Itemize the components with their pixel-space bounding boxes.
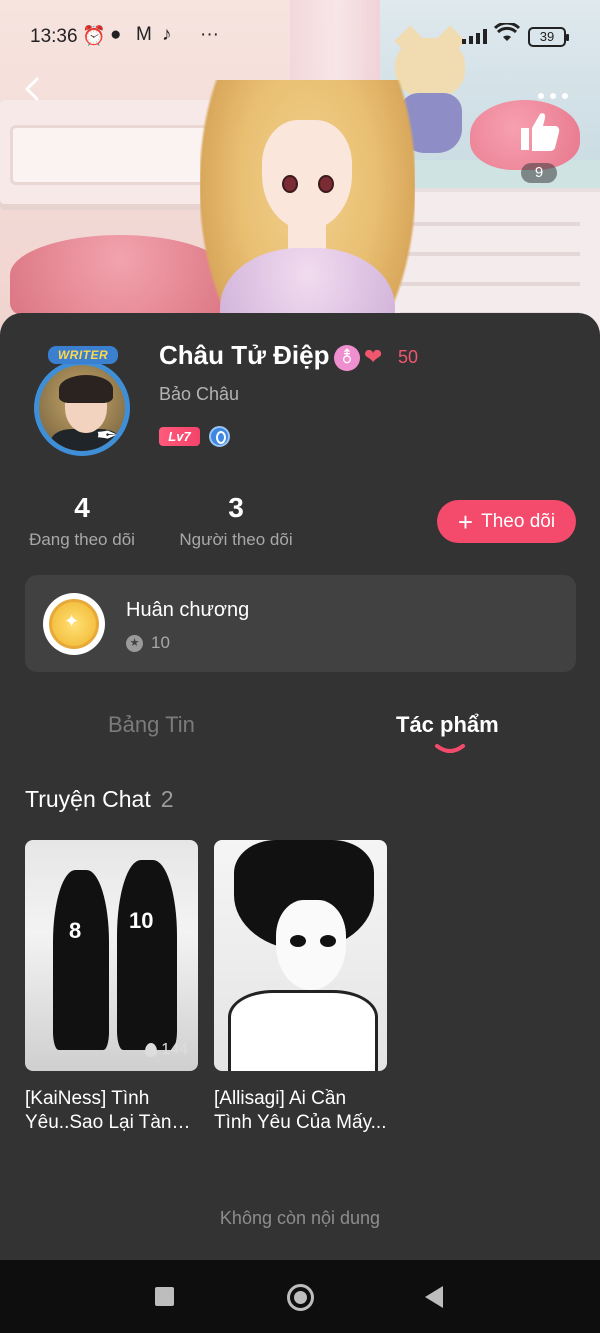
jersey-number: 10	[129, 908, 154, 933]
mail-icon: M	[136, 24, 152, 45]
medal-card[interactable]: ✦ Huân chương ★ 10	[25, 575, 576, 672]
followers-stat[interactable]: 3 Người theo dõi	[175, 492, 297, 550]
status-time: 13:36	[30, 26, 78, 47]
end-of-content-text: Không còn nội dung	[219, 1208, 381, 1228]
alarm-icon: ⏰	[82, 26, 106, 47]
chevron-left-icon	[25, 77, 39, 101]
gender-icon: ⚨	[334, 345, 360, 371]
music-icon: ♪	[162, 24, 172, 45]
writer-badge: WRITER	[48, 346, 118, 364]
cabinet-slat	[400, 222, 580, 226]
work-cover-image: 8 10 144	[25, 840, 198, 1071]
cabinet-slat	[400, 282, 580, 286]
profile-name: Châu Tử Điệp	[159, 340, 330, 370]
jersey-number: 8	[69, 918, 82, 943]
section-title: Truyện Chat 2	[25, 786, 174, 813]
fire-icon	[145, 1043, 158, 1057]
medal-title: Huân chương	[126, 599, 250, 621]
more-options-button[interactable]	[538, 86, 578, 99]
system-back-button[interactable]	[425, 1286, 443, 1308]
active-tab-indicator	[435, 744, 465, 753]
more-notifications-icon: ···	[200, 24, 219, 45]
battery-icon: 39	[528, 27, 569, 47]
back-button[interactable]	[18, 74, 54, 110]
profile-username: Bảo Châu	[159, 384, 240, 404]
following-count: 4	[74, 492, 90, 523]
avatar[interactable]: WRITER ✒	[26, 346, 138, 462]
signal-icon	[462, 28, 487, 44]
follow-button[interactable]: + Theo dõi	[437, 500, 576, 543]
following-stat[interactable]: 4 Đang theo dõi	[24, 492, 140, 550]
status-bar: 13:36 ⏰ ● M ♪ ··· 39	[0, 18, 600, 58]
heart-score: 50	[398, 347, 419, 367]
cabinet-slat	[400, 252, 580, 256]
work-card[interactable]: 8 10 144 [KaiNess] Tình Yêu..Sao Lại Tàn…	[25, 840, 198, 1135]
tab-newsfeed[interactable]: Bảng Tin	[108, 712, 195, 738]
work-cover-image	[214, 840, 387, 1071]
wifi-icon	[493, 21, 521, 49]
cover-stool	[10, 235, 230, 315]
tab-works[interactable]: Tác phẩm	[396, 712, 499, 738]
like-count: 9	[520, 163, 558, 183]
like-button[interactable]: 9	[514, 108, 564, 183]
follow-button-label: Theo dõi	[481, 510, 556, 532]
home-button[interactable]	[287, 1284, 314, 1311]
followers-label: Người theo dõi	[179, 530, 293, 549]
more-horizontal-icon	[538, 93, 544, 99]
chat-bubble-icon: ●	[110, 24, 122, 45]
cover-drawer	[10, 125, 230, 185]
medal-count-row: ★ 10	[126, 633, 170, 653]
medal-icon: ✦	[43, 593, 105, 655]
section-count: 2	[160, 786, 174, 812]
plus-icon: +	[457, 506, 474, 537]
followers-count: 3	[228, 492, 244, 523]
star-icon: ★	[126, 634, 143, 652]
section-title-text: Truyện Chat	[25, 786, 151, 812]
work-title: [KaiNess] Tình Yêu..Sao Lại Tàn Nhẫn...	[25, 1088, 172, 1133]
thumbs-up-icon	[521, 113, 560, 151]
medal-count: 10	[151, 633, 170, 652]
hearts-icon: ❤	[364, 344, 383, 369]
quill-pen-icon: ✒	[96, 420, 118, 450]
work-card[interactable]: [Allisagi] Ai Cần Tình Yêu Của Mấy...	[214, 840, 387, 1135]
level-badge: Lv7	[159, 427, 200, 446]
verified-badge-icon[interactable]	[209, 426, 230, 447]
following-label: Đang theo dõi	[29, 530, 135, 549]
work-title: [Allisagi] Ai Cần Tình Yêu Của Mấy...	[214, 1088, 387, 1133]
view-count: 144	[145, 1041, 188, 1059]
view-count-value: 144	[161, 1041, 188, 1058]
recent-apps-button[interactable]	[155, 1287, 174, 1306]
